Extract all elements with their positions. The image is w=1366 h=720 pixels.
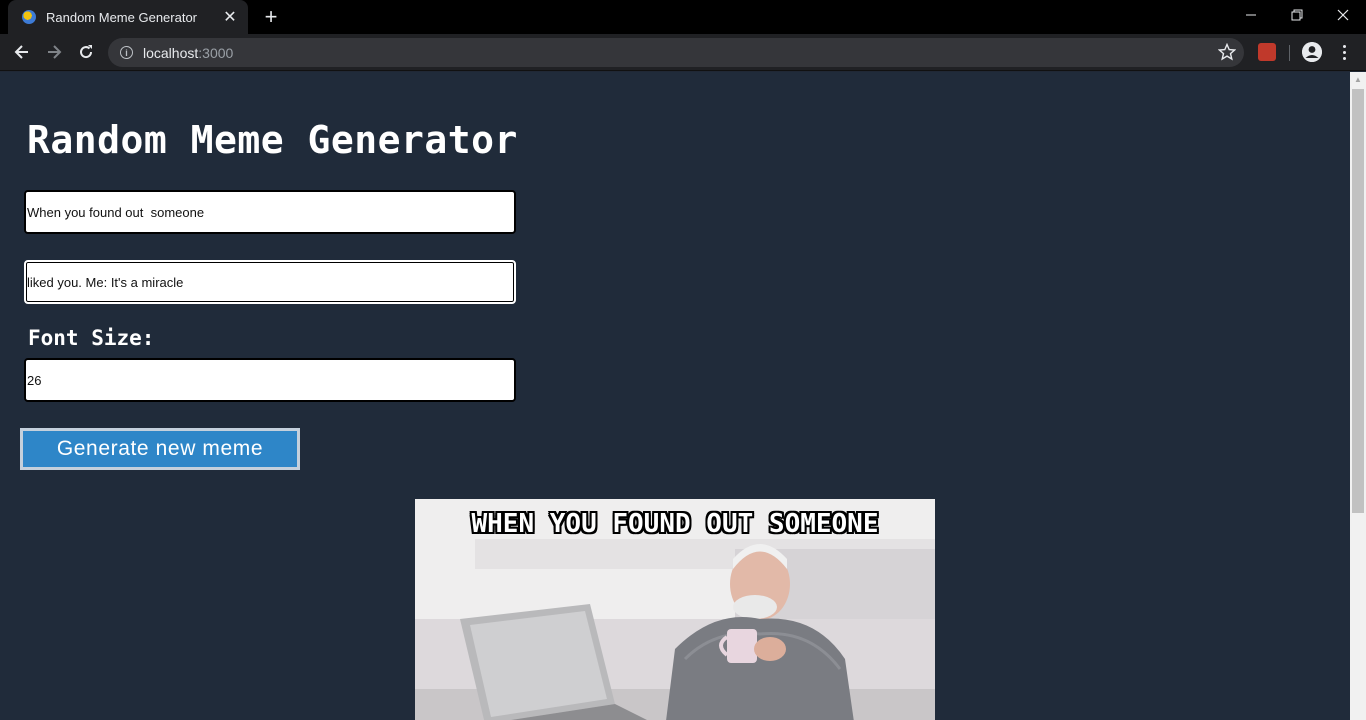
extension-icon[interactable] [1258,43,1276,61]
bottom-text-input[interactable] [24,260,516,304]
page-content: Random Meme Generator Font Size: Generat… [0,72,1350,720]
profile-icon[interactable] [1302,42,1322,62]
reload-icon[interactable] [72,38,100,66]
vertical-scrollbar[interactable]: ▲ [1350,72,1366,720]
info-icon[interactable]: i [120,46,133,59]
plus-icon[interactable]: + [258,3,284,31]
browser-toolbar: i localhost:3000 [0,34,1366,71]
page-title: Random Meme Generator [27,118,518,162]
meme-top-caption: When you found out someone [471,509,879,539]
address-bar[interactable]: i localhost:3000 [108,38,1244,67]
minimize-icon[interactable] [1228,0,1274,30]
close-icon[interactable]: ✕ [218,7,242,27]
url-host: localhost [143,44,199,61]
tab-strip: Random Meme Generator ✕ + [0,0,1366,34]
generate-meme-button[interactable]: Generate new meme [20,428,300,470]
meme-image: When you found out someone [415,499,935,720]
forward-arrow-icon[interactable] [40,38,68,66]
top-text-input[interactable] [24,190,516,234]
star-icon[interactable] [1217,42,1237,66]
menu-dots-icon[interactable] [1334,40,1354,64]
back-arrow-icon[interactable] [8,38,36,66]
restore-icon[interactable] [1274,0,1320,30]
toolbar-divider [1289,45,1290,61]
browser-tab[interactable]: Random Meme Generator ✕ [8,0,248,34]
tab-title: Random Meme Generator [46,9,198,25]
favicon-icon [22,10,36,24]
font-size-input[interactable] [24,358,516,402]
scroll-thumb[interactable] [1352,89,1364,513]
font-size-label: Font Size: [28,326,155,350]
url-port: :3000 [198,44,234,61]
window-close-icon[interactable] [1320,0,1366,30]
scroll-up-arrow-icon[interactable]: ▲ [1350,72,1366,88]
